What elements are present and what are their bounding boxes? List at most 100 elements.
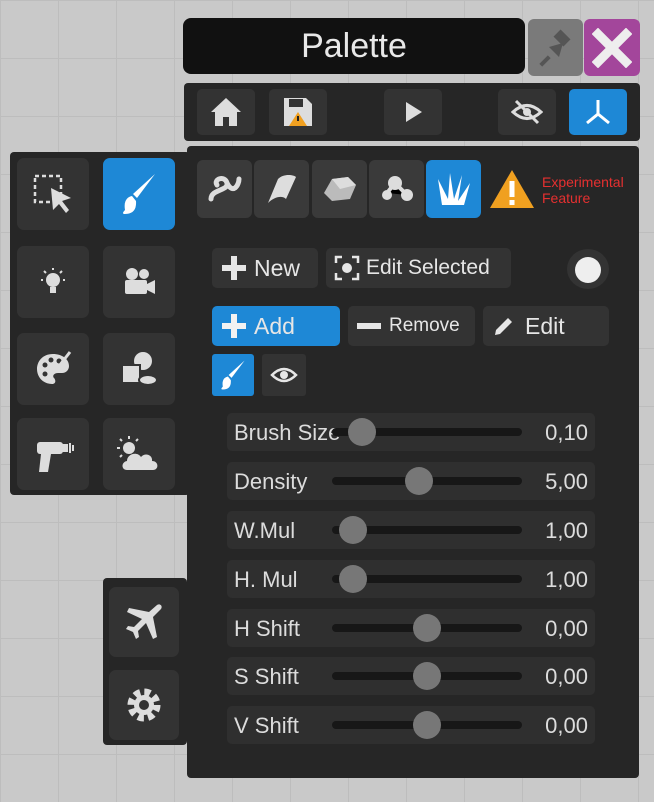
weather-icon bbox=[117, 436, 158, 470]
new-button[interactable]: New bbox=[212, 248, 318, 288]
slider-thumb[interactable] bbox=[348, 418, 377, 446]
slider-track[interactable] bbox=[332, 516, 522, 544]
travel-tool-button[interactable] bbox=[109, 587, 179, 657]
close-button[interactable] bbox=[584, 19, 640, 76]
add-label: Add bbox=[254, 312, 295, 339]
material-tool-button[interactable] bbox=[17, 333, 89, 405]
slider-row: S Shift 0,00 bbox=[227, 657, 595, 695]
select-tool-button[interactable] bbox=[17, 158, 89, 230]
slider-thumb[interactable] bbox=[413, 662, 441, 690]
warning-icon bbox=[490, 170, 534, 208]
color-swatch bbox=[575, 257, 601, 283]
slider-value: 1,00 bbox=[545, 567, 588, 592]
add-button[interactable]: Add bbox=[212, 306, 340, 346]
molecule-icon bbox=[381, 176, 413, 201]
slider-row: W.Mul 1,00 bbox=[227, 511, 595, 549]
palette-icon bbox=[37, 351, 72, 384]
slider-label: Density bbox=[234, 469, 308, 494]
slider-thumb[interactable] bbox=[413, 614, 441, 642]
pin-icon bbox=[538, 29, 570, 67]
grass-icon bbox=[437, 173, 470, 205]
slider-value: 0,00 bbox=[545, 664, 588, 689]
target-icon bbox=[334, 255, 360, 281]
paint-mode-toggle[interactable] bbox=[212, 354, 254, 396]
play-icon bbox=[406, 102, 422, 122]
light-tool-button[interactable] bbox=[17, 246, 89, 318]
axes-button[interactable] bbox=[569, 89, 627, 135]
settings-button[interactable] bbox=[109, 670, 179, 740]
remove-button[interactable]: Remove bbox=[348, 306, 475, 346]
slider-thumb[interactable] bbox=[338, 516, 367, 544]
slider-thumb[interactable] bbox=[338, 565, 367, 593]
slider-track[interactable] bbox=[332, 711, 522, 739]
slider-label: H Shift bbox=[234, 616, 301, 641]
new-label: New bbox=[254, 254, 301, 281]
brush-icon bbox=[123, 174, 155, 214]
rock-tool-tab[interactable] bbox=[312, 160, 367, 218]
slider-track[interactable] bbox=[332, 565, 522, 593]
gear-icon bbox=[127, 688, 161, 722]
main-toolbar bbox=[184, 83, 640, 141]
slider-track[interactable] bbox=[332, 467, 522, 495]
play-button[interactable] bbox=[384, 89, 442, 135]
edit-button[interactable]: Edit bbox=[483, 306, 609, 346]
slider-row: Brush Size 0,10 bbox=[227, 413, 595, 451]
slider-value: 0,00 bbox=[545, 713, 588, 738]
slider-thumb[interactable] bbox=[405, 467, 434, 495]
slider-value: 0,00 bbox=[545, 616, 588, 641]
curve-icon bbox=[208, 176, 241, 202]
slider-row: V Shift 0,00 bbox=[227, 706, 595, 744]
slider-row: H. Mul 1,00 bbox=[227, 560, 595, 598]
home-button[interactable] bbox=[197, 89, 255, 135]
brush-tool-button[interactable] bbox=[103, 158, 175, 230]
grass-tool-tab[interactable] bbox=[426, 160, 481, 218]
shapes-tool-button[interactable] bbox=[103, 333, 175, 405]
slider-row: H Shift 0,00 bbox=[227, 609, 595, 647]
slider-label: V Shift bbox=[234, 713, 299, 738]
ribbon-tool-tab[interactable] bbox=[254, 160, 309, 218]
slider-thumb[interactable] bbox=[413, 711, 441, 739]
molecule-tool-tab[interactable] bbox=[369, 160, 424, 218]
light-icon bbox=[41, 268, 65, 293]
remove-label: Remove bbox=[389, 315, 460, 336]
select-icon bbox=[33, 174, 71, 213]
pencil-icon bbox=[495, 318, 512, 335]
raygun-tool-button[interactable] bbox=[17, 418, 89, 490]
shapes-icon bbox=[121, 352, 158, 386]
edit-label: Edit bbox=[525, 312, 565, 339]
environment-tool-button[interactable] bbox=[103, 418, 175, 490]
slider-track[interactable] bbox=[332, 614, 522, 642]
slider-track[interactable] bbox=[332, 662, 522, 690]
close-icon bbox=[592, 27, 632, 68]
brush-icon bbox=[221, 360, 245, 390]
curve-tool-tab[interactable] bbox=[197, 160, 252, 218]
brush-color-swatch-button[interactable] bbox=[567, 249, 609, 289]
slider-value: 0,10 bbox=[545, 420, 588, 445]
warning-line-1: Experimental bbox=[542, 174, 624, 190]
secondary-sidebar bbox=[103, 578, 187, 745]
rock-icon bbox=[323, 177, 356, 201]
slider-track[interactable] bbox=[332, 418, 522, 446]
tool-sidebar bbox=[10, 152, 190, 495]
slider-label: W.Mul bbox=[234, 518, 296, 543]
slider-label: Brush Size bbox=[234, 420, 341, 445]
save-button[interactable] bbox=[269, 89, 327, 135]
edit-selected-label: Edit Selected bbox=[366, 256, 490, 279]
slider-label: H. Mul bbox=[234, 567, 298, 592]
plus-icon bbox=[222, 314, 246, 338]
slider-label: S Shift bbox=[234, 664, 299, 689]
plane-icon bbox=[126, 604, 162, 639]
visibility-toggle[interactable] bbox=[498, 89, 556, 135]
warning-line-2: Feature bbox=[542, 190, 591, 206]
experimental-warning: Experimental Feature bbox=[542, 174, 624, 206]
camera-tool-button[interactable] bbox=[103, 246, 175, 318]
pin-button[interactable] bbox=[528, 19, 583, 76]
plus-icon bbox=[222, 256, 246, 280]
home-icon bbox=[211, 98, 241, 126]
raygun-icon bbox=[37, 442, 74, 472]
preview-mode-toggle[interactable] bbox=[262, 354, 306, 396]
camera-icon bbox=[125, 268, 155, 294]
slider-value: 1,00 bbox=[545, 518, 588, 543]
eye-off-icon bbox=[511, 99, 543, 125]
edit-selected-button[interactable]: Edit Selected bbox=[326, 248, 511, 288]
